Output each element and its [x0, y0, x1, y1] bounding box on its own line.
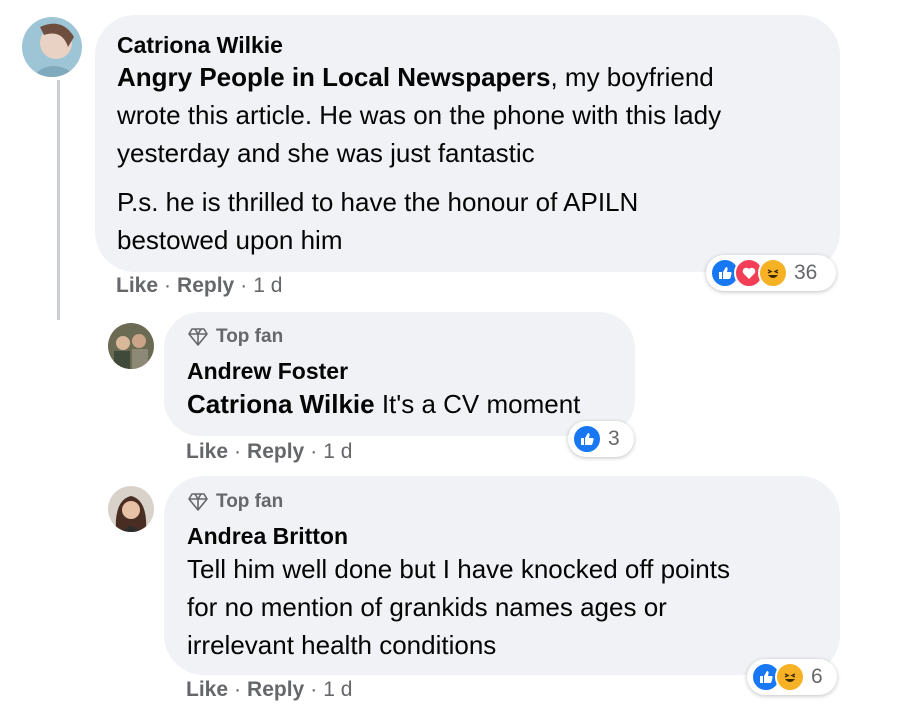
separator: ·: [240, 274, 248, 297]
reply-author[interactable]: Andrea Britton: [187, 521, 348, 551]
haha-reaction-icon: [758, 258, 788, 288]
top-fan-badge: Top fan: [188, 326, 283, 348]
reaction-summary[interactable]: 3: [568, 421, 634, 457]
reaction-count: 6: [811, 665, 823, 688]
reply-text: Tell him well done but I have knocked of…: [187, 550, 827, 664]
mention-link[interactable]: Angry People in Local Newspapers: [117, 62, 550, 92]
timestamp[interactable]: 1 d: [323, 440, 352, 464]
reply-actions: Like · Reply · 1 d: [186, 440, 352, 464]
like-action[interactable]: Like: [186, 440, 228, 464]
reply-action[interactable]: Reply: [247, 440, 304, 464]
top-fan-badge: Top fan: [188, 491, 283, 513]
comment-text-line: , my boyfriend: [550, 62, 714, 92]
reply-text-line: for no mention of grankids names ages or: [187, 592, 667, 622]
like-action[interactable]: Like: [186, 678, 228, 702]
diamond-icon: [188, 493, 208, 511]
reply-text-line: Tell him well done but I have knocked of…: [187, 554, 730, 584]
diamond-icon: [188, 328, 208, 346]
reply-text: Catriona Wilkie It's a CV moment: [187, 385, 580, 423]
reaction-count: 3: [608, 427, 620, 450]
reaction-count: 36: [794, 261, 818, 284]
separator: ·: [310, 678, 318, 701]
separator: ·: [234, 678, 242, 701]
avatar[interactable]: [108, 486, 154, 532]
reply-action[interactable]: Reply: [177, 274, 234, 298]
badge-label: Top fan: [216, 326, 284, 347]
avatar[interactable]: [108, 323, 154, 369]
timestamp[interactable]: 1 d: [253, 274, 282, 298]
reply-text-line: irrelevant health conditions: [187, 630, 497, 660]
separator: ·: [234, 440, 242, 463]
badge-label: Top fan: [216, 491, 284, 512]
comment-author[interactable]: Catriona Wilkie: [117, 30, 283, 60]
comment-text-line: P.s. he is thrilled to have the honour o…: [117, 187, 639, 217]
reply-author[interactable]: Andrew Foster: [187, 356, 348, 386]
like-action[interactable]: Like: [116, 274, 158, 298]
comment-text-line: wrote this article. He was on the phone …: [117, 100, 722, 130]
comment-text: Angry People in Local Newspapers, my boy…: [117, 58, 817, 172]
haha-reaction-icon: [775, 662, 805, 692]
timestamp[interactable]: 1 d: [323, 678, 352, 702]
comment-text-line: bestowed upon him: [117, 225, 343, 255]
avatar[interactable]: [22, 17, 82, 77]
mention-link[interactable]: Catriona Wilkie: [187, 389, 375, 419]
reaction-summary[interactable]: 6: [747, 659, 837, 695]
comment-text-line: yesterday and she was just fantastic: [117, 138, 535, 168]
reply-text-content: It's a CV moment: [374, 389, 581, 419]
reply-actions: Like · Reply · 1 d: [186, 678, 352, 702]
comment-text-paragraph: P.s. he is thrilled to have the honour o…: [117, 183, 817, 259]
reaction-summary[interactable]: 36: [706, 255, 836, 291]
comment-actions: Like · Reply · 1 d: [116, 274, 282, 298]
separator: ·: [310, 440, 318, 463]
thread-line: [57, 80, 60, 320]
like-reaction-icon: [572, 424, 602, 454]
reply-action[interactable]: Reply: [247, 678, 304, 702]
separator: ·: [164, 274, 172, 297]
